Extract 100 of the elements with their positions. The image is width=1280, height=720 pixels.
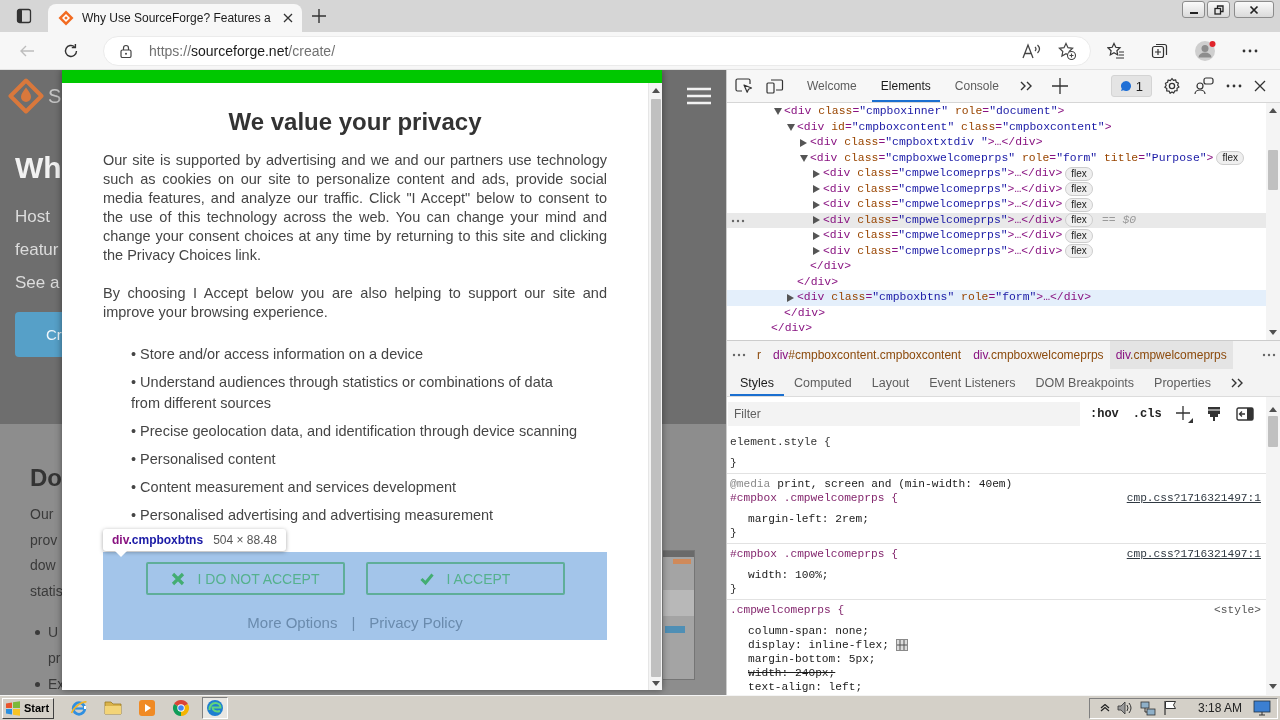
inspect-icon[interactable] (735, 78, 753, 94)
dom-node[interactable]: <div class="cmpboxbtns" role="form">…</div> (727, 290, 1266, 306)
connect-icon[interactable] (1194, 77, 1214, 95)
breadcrumb[interactable]: div#cmpboxcontent.cmpboxcontent (767, 341, 968, 369)
dom-node[interactable]: <div class="cmpboxinner" role="document"> (727, 104, 1266, 120)
chevron-up-icon[interactable] (1099, 704, 1110, 712)
more-tabs-icon[interactable] (1019, 81, 1032, 91)
dom-node[interactable]: <div class="cmpboxwelcomeprps" role="form" title="Purpose"> flex (727, 150, 1266, 166)
devtools-tab[interactable]: Console (945, 70, 1008, 102)
new-rule-icon[interactable] (1174, 404, 1193, 423)
caret-right-icon[interactable] (813, 231, 820, 240)
browser-tab[interactable]: Why Use SourceForge? Features a (48, 4, 302, 32)
devtools-tab[interactable]: Welcome (798, 70, 866, 102)
sidebar-tab[interactable]: Event Listeners (919, 369, 1026, 396)
scrollbar-thumb[interactable] (1268, 416, 1278, 447)
caret-right-icon[interactable] (813, 247, 820, 256)
caret-right-icon[interactable] (800, 138, 807, 147)
network-icon[interactable] (1139, 700, 1156, 716)
avatar-icon[interactable] (1194, 39, 1216, 62)
address-field[interactable]: https://sourceforge.net/create/ (103, 35, 1091, 66)
close-window-button[interactable] (1234, 1, 1274, 18)
speaker-icon[interactable] (1116, 701, 1133, 715)
caret-right-icon[interactable] (813, 185, 820, 194)
flex-badge[interactable]: flex (1065, 213, 1093, 228)
sidebar-tab[interactable]: Properties (1144, 369, 1222, 396)
css-declaration[interactable]: margin-bottom: 5px; (748, 652, 876, 666)
breadcrumb[interactable]: div.cmpwelcomeprps (1109, 341, 1233, 369)
dom-node[interactable]: </div> (727, 321, 1266, 337)
caret-right-icon[interactable] (787, 293, 794, 302)
sidebar-tab[interactable]: Styles (730, 369, 785, 396)
sidebar-tab[interactable]: Computed (784, 369, 862, 396)
more-icon[interactable] (1242, 48, 1258, 53)
flex-badge[interactable]: flex (1065, 166, 1093, 181)
flex-badge[interactable]: flex (1065, 182, 1093, 197)
devtools-tab[interactable]: Elements (871, 70, 940, 102)
minimize-button[interactable] (1182, 1, 1205, 18)
flex-badge[interactable]: flex (1065, 197, 1093, 212)
scrollbar-thumb[interactable] (650, 99, 661, 677)
taskbar-button[interactable] (202, 697, 228, 719)
refresh-icon[interactable] (63, 42, 79, 59)
css-declaration[interactable]: text-align: left; (748, 680, 863, 694)
dom-node[interactable]: <div id="cmpboxcontent" class="cmpboxcontent"> (727, 119, 1266, 135)
css-declaration[interactable]: width: 240px; (748, 666, 836, 680)
sidebar-tab[interactable]: Layout (861, 369, 920, 396)
menu-icon[interactable] (687, 87, 711, 105)
caret-down-icon[interactable] (800, 154, 808, 162)
dom-node[interactable]: <div class="cmpwelcomeprps">…</div> flex == $0 (727, 212, 1266, 228)
dom-node[interactable]: <div class="cmpwelcomeprps">…</div> flex (727, 197, 1266, 213)
filter-field[interactable]: Filter (728, 401, 1080, 426)
scrollbar[interactable] (648, 83, 662, 690)
dom-node[interactable]: </div> (727, 274, 1266, 290)
collections-icon[interactable] (1151, 41, 1169, 60)
dom-node[interactable]: <div class="cmpboxtxtdiv ">…</div> (727, 135, 1266, 151)
scroll-down-arrow-icon[interactable] (651, 681, 660, 686)
desktop-icon[interactable] (1253, 700, 1271, 716)
css-declaration[interactable]: margin-left: 2rem; (748, 512, 869, 526)
caret-right-icon[interactable] (813, 200, 820, 209)
source-link[interactable]: cmp.css?1716321497:1 (1126, 491, 1261, 505)
dom-node[interactable]: </div> (727, 305, 1266, 321)
paint-brush-icon[interactable] (1206, 405, 1221, 422)
dom-node[interactable]: <div class="cmpwelcomeprps">…</div> flex (727, 243, 1266, 259)
flex-badge[interactable]: flex (1065, 228, 1093, 243)
close-icon[interactable] (1254, 80, 1266, 92)
more-tabs-icon[interactable] (1231, 377, 1244, 388)
close-icon[interactable] (282, 13, 293, 23)
lock-icon[interactable] (120, 43, 132, 58)
scroll-down-arrow-icon[interactable] (1269, 330, 1277, 335)
flex-badge[interactable]: flex (1216, 151, 1244, 166)
scroll-up-arrow-icon[interactable] (651, 88, 660, 93)
flexbox-editor-icon[interactable] (896, 639, 908, 651)
breadcrumb[interactable]: r (751, 341, 767, 369)
scrollbar[interactable] (1266, 397, 1280, 695)
dom-node[interactable]: <div class="cmpwelcomeprps">…</div> flex (727, 181, 1266, 197)
plus-icon[interactable] (1051, 78, 1068, 94)
scrollbar-thumb[interactable] (1268, 150, 1278, 190)
start-button[interactable]: Start (2, 697, 54, 719)
class-toggle[interactable]: .cls (1132, 406, 1162, 421)
flex-badge[interactable]: flex (1065, 244, 1093, 259)
scroll-up-arrow-icon[interactable] (1269, 407, 1277, 412)
breadcrumb[interactable]: div.cmpboxwelcomeprps (967, 341, 1110, 369)
read-aloud-icon[interactable] (1022, 42, 1042, 59)
restore-button[interactable] (1207, 1, 1230, 18)
caret-down-icon[interactable] (787, 123, 795, 131)
flag-icon[interactable] (1162, 700, 1177, 716)
caret-right-icon[interactable] (813, 216, 820, 225)
css-declaration[interactable]: display: inline-flex; (748, 638, 889, 652)
more-icon[interactable] (1226, 84, 1242, 88)
sidebar-tab[interactable]: DOM Breakpoints (1025, 369, 1145, 396)
css-declaration[interactable]: width: 100%; (748, 568, 829, 582)
dom-node[interactable]: <div class="cmpwelcomeprps">…</div> flex (727, 228, 1266, 244)
source-link[interactable]: cmp.css?1716321497:1 (1126, 547, 1261, 561)
sidebar-toggle-icon[interactable] (1235, 406, 1254, 421)
plus-icon[interactable] (311, 9, 326, 23)
scrollbar[interactable] (1266, 103, 1280, 340)
add-favorite-icon[interactable] (1058, 41, 1076, 60)
dom-node[interactable]: </div> (727, 259, 1266, 275)
css-declaration[interactable]: column-span: none; (748, 624, 869, 638)
settings-icon[interactable] (1163, 77, 1181, 95)
scroll-down-arrow-icon[interactable] (1269, 684, 1277, 689)
hover-state-toggle[interactable]: :hov (1090, 406, 1119, 421)
